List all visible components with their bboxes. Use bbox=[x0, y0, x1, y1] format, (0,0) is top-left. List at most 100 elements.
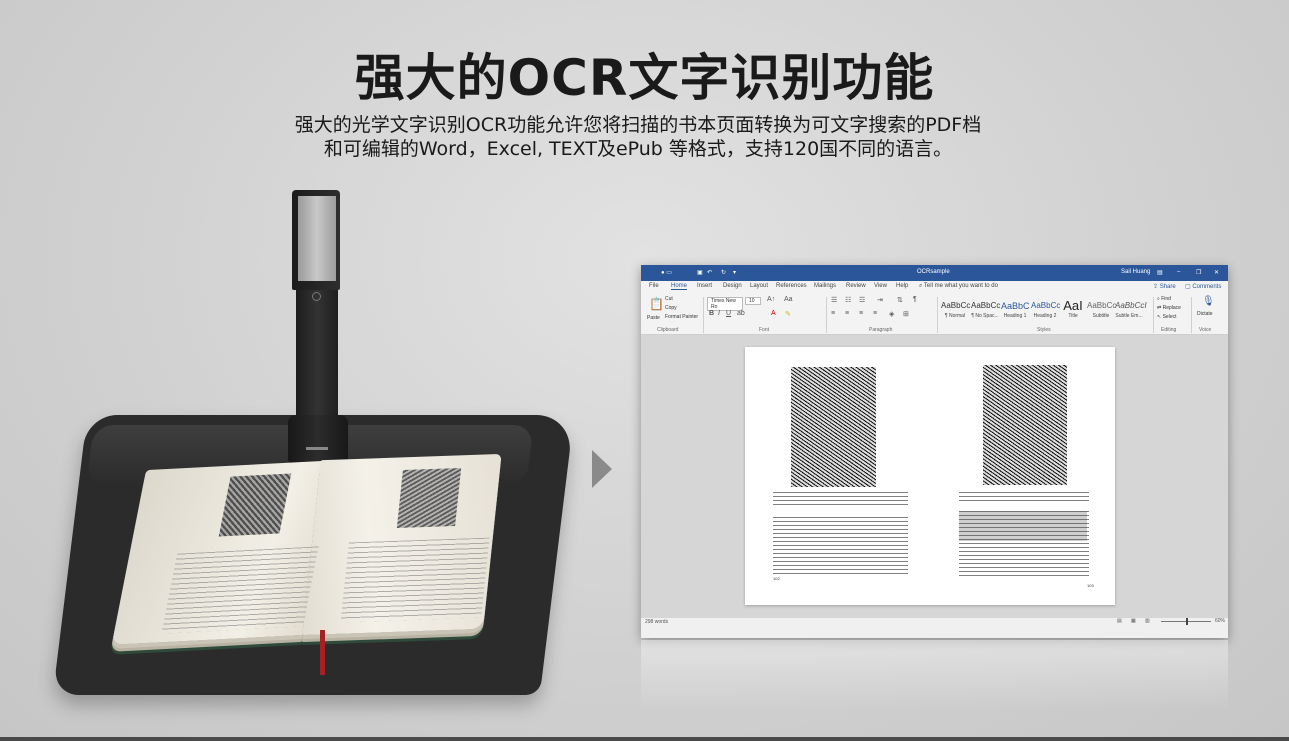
document-canvas[interactable]: 102 103 bbox=[641, 335, 1228, 618]
replace-button[interactable]: ⇄ Replace bbox=[1157, 305, 1181, 311]
style-sample: AaBbC bbox=[1001, 301, 1030, 311]
save-icon[interactable]: ▣ bbox=[697, 269, 703, 276]
zoom-slider-handle[interactable] bbox=[1186, 618, 1188, 625]
read-mode-icon[interactable]: ▤ bbox=[1117, 618, 1122, 624]
customize-icon[interactable]: ▾ bbox=[733, 269, 736, 276]
power-button-icon bbox=[312, 292, 321, 301]
style-label: Heading 2 bbox=[1033, 313, 1057, 319]
brand-logo bbox=[306, 447, 328, 450]
subtitle-line-1: 强大的光学文字识别OCR功能允许您将扫描的书本页面转换为可文字搜索的PDF档 bbox=[294, 114, 982, 136]
print-layout-icon[interactable]: ▦ bbox=[1131, 618, 1136, 624]
tell-me-text: Tell me what you want to do bbox=[923, 283, 998, 289]
cut-button[interactable]: Cut bbox=[665, 296, 673, 302]
tab-file[interactable]: File bbox=[649, 283, 659, 289]
style-label: Subtitle bbox=[1092, 313, 1110, 319]
word-count[interactable]: 298 words bbox=[645, 619, 668, 625]
page-number-left: 102 bbox=[773, 576, 780, 581]
word-window: ● ▭ ▣ ↶ ↻ ▾ OCRsample Sail Huang ▤ – ❐ ✕… bbox=[641, 265, 1228, 638]
style-normal[interactable]: AaBbCc ¶ Normal bbox=[941, 299, 970, 323]
pilcrow-icon[interactable]: ¶ bbox=[913, 296, 917, 303]
align-right-icon[interactable]: ≡ bbox=[859, 310, 863, 317]
align-left-icon[interactable]: ≡ bbox=[831, 310, 835, 317]
close-icon[interactable]: ✕ bbox=[1214, 269, 1219, 276]
indent-icon[interactable]: ⇥ bbox=[877, 296, 883, 304]
paste-icon[interactable]: 📋 bbox=[649, 297, 664, 311]
undo-icon[interactable]: ↶ bbox=[707, 269, 712, 276]
dictate-button[interactable]: Dictate bbox=[1197, 311, 1213, 317]
document-page[interactable]: 102 103 bbox=[745, 347, 1115, 605]
restore-icon[interactable]: ❐ bbox=[1196, 269, 1201, 276]
document-title: OCRsample bbox=[917, 269, 950, 275]
highlight-icon[interactable]: ✎ bbox=[785, 310, 791, 318]
grow-font-icon[interactable]: A↑ bbox=[767, 296, 775, 303]
style-subtle-emphasis[interactable]: AaBbCcI Subtle Em... bbox=[1115, 299, 1147, 323]
book-scanner-illustration bbox=[52, 190, 575, 700]
style-heading-2[interactable]: AaBbCc Heading 2 bbox=[1031, 299, 1061, 323]
paste-button[interactable]: Paste bbox=[647, 315, 660, 321]
ribbon-divider bbox=[703, 297, 704, 333]
body-text-right bbox=[959, 511, 1089, 579]
borders-icon[interactable]: ⊞ bbox=[903, 310, 909, 318]
find-button[interactable]: ⌕ Find bbox=[1157, 296, 1171, 302]
web-layout-icon[interactable]: ▥ bbox=[1145, 618, 1150, 624]
redo-icon[interactable]: ↻ bbox=[721, 269, 726, 276]
tab-layout[interactable]: Layout bbox=[750, 283, 768, 289]
style-label: ¶ No Spac... bbox=[971, 313, 999, 319]
format-painter-button[interactable]: Format Painter bbox=[665, 314, 698, 320]
tab-view[interactable]: View bbox=[874, 283, 887, 289]
title-bar: ● ▭ ▣ ↶ ↻ ▾ OCRsample Sail Huang ▤ – ❐ ✕ bbox=[641, 265, 1228, 281]
align-center-icon[interactable]: ≡ bbox=[845, 310, 849, 317]
style-title[interactable]: AaI Title bbox=[1059, 299, 1087, 323]
home-ribbon: 📋 Paste Cut Copy Format Painter Clipboar… bbox=[641, 293, 1228, 335]
tab-home[interactable]: Home bbox=[671, 283, 688, 290]
style-no-spacing[interactable]: AaBbCc ¶ No Spac... bbox=[971, 299, 1000, 323]
font-color-icon[interactable]: A bbox=[771, 310, 776, 317]
italic-icon[interactable]: I bbox=[718, 310, 720, 317]
ribbon-divider bbox=[826, 297, 827, 333]
font-name-select[interactable]: Times New Ro bbox=[707, 297, 743, 311]
share-button[interactable]: ⇪ Share bbox=[1153, 283, 1176, 290]
minimize-icon[interactable]: – bbox=[1177, 269, 1180, 275]
subtitle-line-2: 和可编辑的Word，Excel, TEXT及ePub 等格式，支持120国不同的… bbox=[323, 138, 953, 160]
ribbon-divider bbox=[937, 297, 938, 333]
font-size-select[interactable]: 10 bbox=[745, 297, 761, 305]
select-button[interactable]: ↖ Select bbox=[1157, 314, 1177, 320]
style-subtitle[interactable]: AaBbCc Subtitle bbox=[1087, 299, 1116, 323]
copy-button[interactable]: Copy bbox=[665, 305, 677, 311]
sort-icon[interactable]: ⇅ bbox=[897, 296, 903, 304]
book-illustration-right bbox=[396, 468, 462, 528]
zoom-level[interactable]: 60% bbox=[1215, 618, 1225, 624]
tab-review[interactable]: Review bbox=[846, 283, 866, 289]
clipboard-group-label: Clipboard bbox=[657, 327, 679, 333]
bullets-icon[interactable]: ☰ bbox=[831, 296, 837, 304]
page-number-right: 103 bbox=[1087, 583, 1094, 588]
shading-icon[interactable]: ◈ bbox=[889, 310, 894, 318]
style-sample: AaBbCcI bbox=[1115, 301, 1147, 310]
scanner-head-panel bbox=[298, 196, 336, 281]
strikethrough-icon[interactable]: ab bbox=[737, 310, 745, 317]
tab-help[interactable]: Help bbox=[896, 283, 908, 289]
style-heading-1[interactable]: AaBbC Heading 1 bbox=[1001, 299, 1030, 323]
comments-button[interactable]: ▢ Comments bbox=[1185, 283, 1221, 290]
numbering-icon[interactable]: ☷ bbox=[845, 296, 851, 304]
justify-icon[interactable]: ≡ bbox=[873, 310, 877, 317]
multilevel-list-icon[interactable]: ☲ bbox=[859, 296, 865, 304]
caption-left bbox=[773, 492, 908, 508]
microphone-icon[interactable]: 🎙 bbox=[1202, 296, 1215, 307]
style-sample: AaBbCc bbox=[1031, 301, 1061, 310]
clear-format-icon[interactable]: Aa bbox=[784, 296, 793, 303]
autosave-label[interactable]: ● ▭ bbox=[661, 269, 672, 276]
tell-me-search[interactable]: ⌕ Tell me what you want to do bbox=[919, 283, 998, 290]
tab-design[interactable]: Design bbox=[723, 283, 742, 289]
tab-references[interactable]: References bbox=[776, 283, 807, 289]
window-reflection bbox=[641, 640, 1228, 710]
font-group-label: Font bbox=[759, 327, 770, 333]
underline-icon[interactable]: U bbox=[726, 310, 731, 317]
tab-insert[interactable]: Insert bbox=[697, 283, 712, 289]
tab-mailings[interactable]: Mailings bbox=[814, 283, 836, 289]
ribbon-display-icon[interactable]: ▤ bbox=[1157, 269, 1163, 276]
user-name[interactable]: Sail Huang bbox=[1121, 269, 1150, 275]
bold-icon[interactable]: B bbox=[709, 310, 714, 317]
book-text-left bbox=[161, 546, 319, 634]
body-text-left bbox=[773, 517, 908, 577]
